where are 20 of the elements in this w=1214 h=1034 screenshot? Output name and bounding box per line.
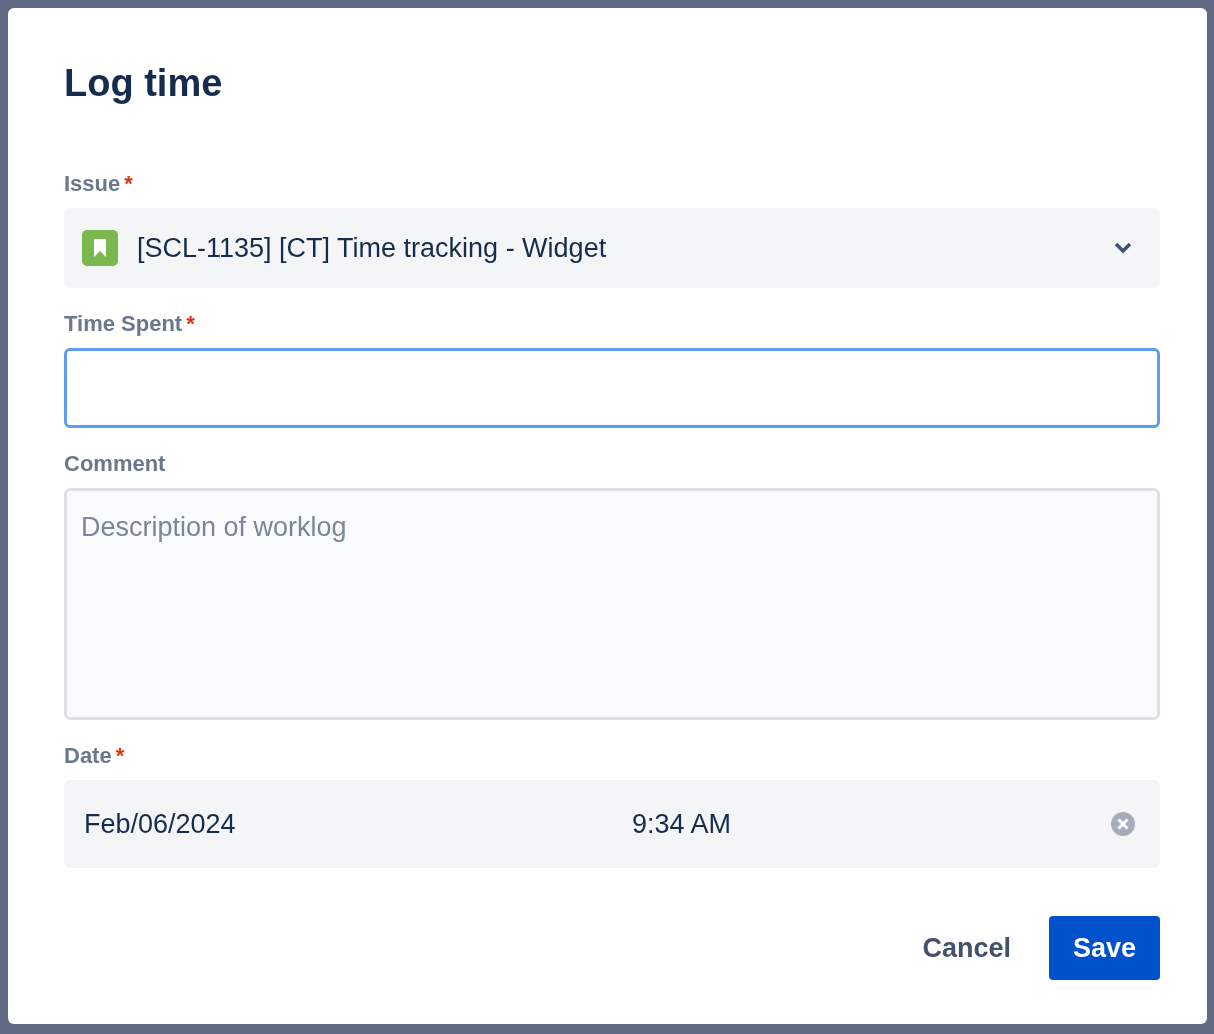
field-label: Comment xyxy=(64,450,166,478)
required-mark: * xyxy=(124,170,133,198)
issue-select[interactable]: [SCL-1135] [CT] Time tracking - Widget xyxy=(64,208,1160,288)
clear-icon[interactable] xyxy=(1110,811,1136,837)
field-label: Date xyxy=(64,742,112,770)
date-field[interactable]: Feb/06/2024 9:34 AM xyxy=(64,780,1160,868)
bookmark-icon xyxy=(82,230,118,266)
dialog-title: Log time xyxy=(64,61,224,106)
required-mark: * xyxy=(186,310,195,338)
issue-value: [SCL-1135] [CT] Time tracking - Widget xyxy=(137,231,608,265)
cancel-button[interactable]: Cancel xyxy=(898,916,1035,980)
time-spent-field[interactable] xyxy=(64,348,1160,428)
comment-field[interactable]: Description of worklog xyxy=(64,488,1160,720)
required-mark: * xyxy=(115,742,125,770)
chevron-down-icon xyxy=(1114,242,1132,254)
field-label: Time Spent xyxy=(64,310,183,338)
time-value: 9:34 AM xyxy=(632,807,733,841)
field-label: Issue xyxy=(64,170,121,198)
save-button[interactable]: Save xyxy=(1048,916,1160,980)
date-value: Feb/06/2024 xyxy=(84,807,237,841)
